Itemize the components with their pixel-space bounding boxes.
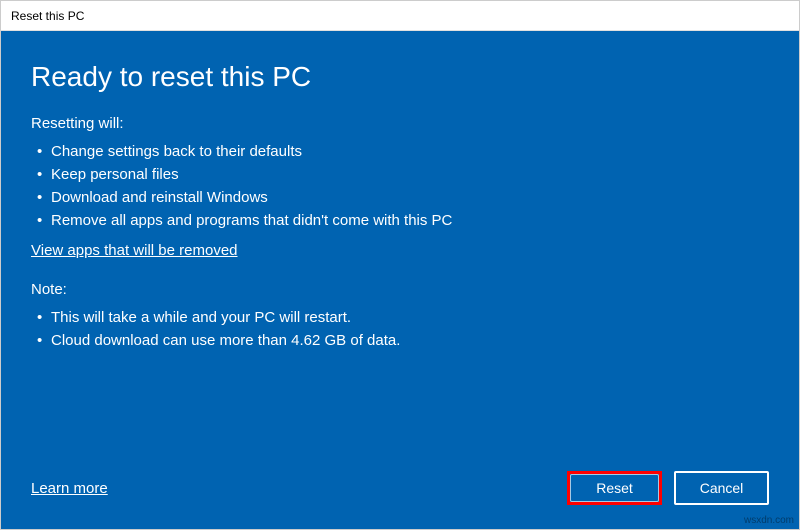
list-item: This will take a while and your PC will …	[31, 306, 769, 329]
reset-button-highlight: Reset	[567, 471, 662, 505]
window-title: Reset this PC	[11, 9, 84, 23]
button-group: Reset Cancel	[567, 471, 769, 505]
resetting-list: Change settings back to their defaults K…	[31, 140, 769, 232]
page-title: Ready to reset this PC	[31, 61, 769, 93]
list-item: Change settings back to their defaults	[31, 140, 769, 163]
list-item: Download and reinstall Windows	[31, 186, 769, 209]
footer-bar: Learn more Reset Cancel	[31, 471, 769, 505]
content-area: Ready to reset this PC Resetting will: C…	[1, 31, 799, 529]
note-label: Note:	[31, 281, 769, 298]
view-apps-link[interactable]: View apps that will be removed	[31, 242, 769, 259]
note-list: This will take a while and your PC will …	[31, 306, 769, 352]
titlebar: Reset this PC	[1, 1, 799, 31]
reset-pc-window: Reset this PC Ready to reset this PC Res…	[0, 0, 800, 530]
list-item: Cloud download can use more than 4.62 GB…	[31, 329, 769, 352]
reset-button[interactable]: Reset	[570, 474, 659, 502]
list-item: Keep personal files	[31, 163, 769, 186]
list-item: Remove all apps and programs that didn't…	[31, 209, 769, 232]
resetting-label: Resetting will:	[31, 115, 769, 132]
learn-more-link[interactable]: Learn more	[31, 480, 108, 497]
watermark: wsxdn.com	[744, 515, 794, 526]
cancel-button[interactable]: Cancel	[674, 471, 769, 505]
